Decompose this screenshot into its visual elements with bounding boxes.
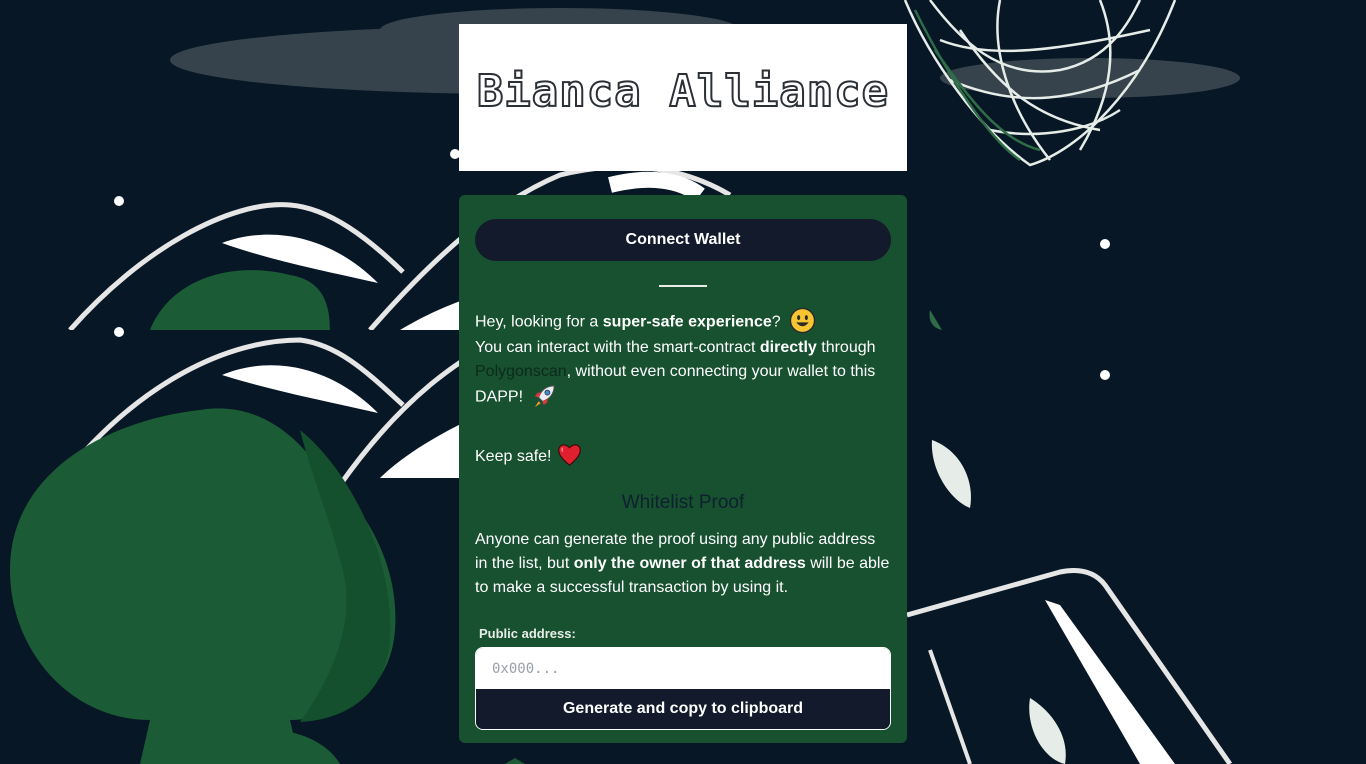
- address-form: Generate and copy to clipboard: [475, 647, 891, 730]
- keep-safe-text: Keep safe!: [475, 447, 552, 465]
- leaf-decoration: [1029, 698, 1066, 764]
- smiley-emoji-icon: [789, 307, 816, 334]
- public-address-input[interactable]: [476, 648, 890, 689]
- intro-text-part: ?: [771, 313, 781, 331]
- generate-proof-button[interactable]: Generate and copy to clipboard: [476, 689, 890, 729]
- intro-text-part: through: [816, 339, 876, 356]
- intro-text-part: You can interact with the smart-contract: [475, 339, 760, 356]
- intro-text: Hey, looking for a super-safe experience…: [475, 307, 891, 470]
- whitelist-title: Whitelist Proof: [621, 492, 745, 513]
- whitelist-description: Anyone can generate the proof using any …: [475, 528, 891, 600]
- star-dot: [1100, 370, 1110, 380]
- description-highlight: only the owner of that address: [573, 555, 806, 572]
- brand-logo: Bianca Alliance: [476, 65, 890, 118]
- logo-banner: Bianca Alliance: [459, 24, 907, 171]
- mint-panel: Connect Wallet Hey, looking for a super-…: [459, 195, 907, 743]
- tree-decoration: [10, 327, 521, 764]
- intro-highlight: directly: [759, 339, 817, 356]
- connect-wallet-button[interactable]: Connect Wallet: [475, 219, 891, 261]
- polygonscan-link[interactable]: Polygonscan: [475, 363, 567, 380]
- small-tree-decoration: [505, 758, 525, 764]
- star-dot: [1100, 239, 1110, 249]
- star-dot: [114, 196, 124, 206]
- leaf-decoration: [929, 310, 942, 330]
- leaf-decoration: [931, 440, 971, 508]
- heart-emoji-icon: [557, 444, 581, 466]
- rocket-emoji-icon: [535, 385, 556, 408]
- star-dot: [114, 327, 124, 337]
- public-address-label: Public address:: [479, 626, 576, 641]
- section-divider: [659, 285, 707, 287]
- keep-safe-row: Keep safe!: [475, 443, 891, 470]
- intro-highlight: super-safe experience: [602, 313, 772, 331]
- phone-decoration: [906, 568, 1233, 764]
- intro-text-part: Hey, looking for a: [475, 313, 603, 331]
